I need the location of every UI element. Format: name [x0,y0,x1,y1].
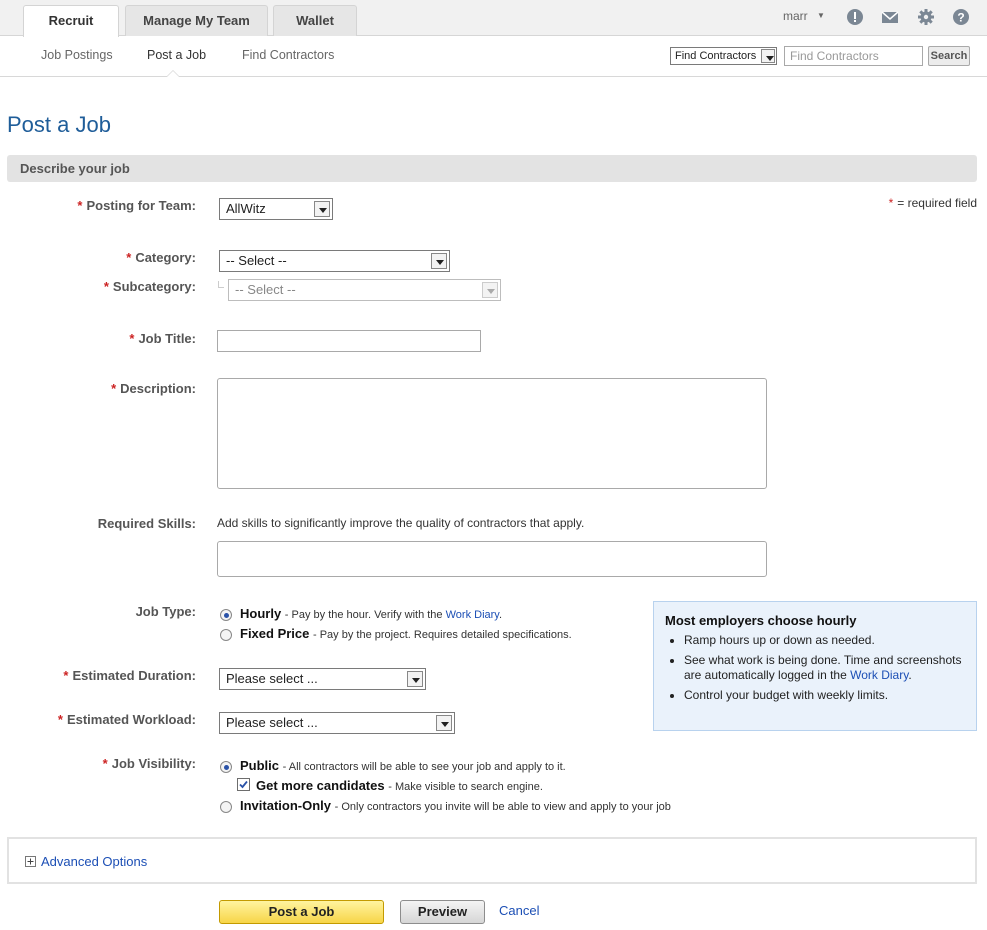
page-title: Post a Job [7,112,111,137]
workload-label: * Estimated Workload: [57,712,196,727]
work-diary-link[interactable]: Work Diary [446,609,499,621]
section-header [7,155,977,182]
alert-icon[interactable] [846,8,864,26]
subnav-job-postings[interactable]: Job Postings [41,48,113,62]
svg-text:?: ? [957,11,964,25]
description-textarea[interactable] [217,378,767,489]
chevron-down-icon [436,715,452,731]
category-label: * Category: [126,250,196,265]
job-type-fixed-option[interactable]: Fixed Price - Pay by the project. Requir… [240,626,572,641]
skills-input[interactable] [217,541,767,577]
plus-icon[interactable] [25,856,36,867]
chevron-down-icon [761,49,775,63]
more-candidates-option[interactable]: Get more candidates - Make visible to se… [256,778,543,793]
search-button[interactable]: Search [928,46,970,66]
required-note: * = required field [888,196,977,210]
job-type-hourly-option[interactable]: Hourly - Pay by the hour. Verify with th… [240,606,502,621]
team-label: * Posting for Team: [77,198,196,213]
subcategory-label: * Subcategory: [103,279,196,294]
more-candidates-checkbox[interactable] [237,778,250,791]
search-scope-select[interactable]: Find Contractors [670,47,777,65]
chevron-down-icon [314,201,330,217]
tab-recruit[interactable]: Recruit [23,5,119,37]
section-title: Describe your job [20,161,130,176]
team-select[interactable]: AllWitz [219,198,333,220]
duration-select[interactable]: Please select ... [219,668,426,690]
mail-icon[interactable] [881,8,899,26]
gear-icon[interactable] [917,8,935,26]
job-type-hourly-radio[interactable] [220,609,232,621]
check-icon [239,780,248,789]
advanced-options-link[interactable]: Advanced Options [41,854,147,869]
work-diary-link[interactable]: Work Diary [850,668,908,682]
chevron-down-icon [482,282,498,298]
job-type-label: Job Type: [135,604,196,619]
subnav-find-contractors[interactable]: Find Contractors [242,48,334,62]
subnav-post-a-job[interactable]: Post a Job [147,48,206,62]
visibility-public-radio[interactable] [220,761,232,773]
cancel-link[interactable]: Cancel [499,903,539,918]
tip-item: Ramp hours up or down as needed. [684,633,968,648]
tip-title: Most employers choose hourly [665,613,857,628]
subcategory-select[interactable]: -- Select -- [228,279,501,301]
duration-label: * Estimated Duration: [63,668,196,683]
job-title-input[interactable] [217,330,481,352]
post-job-button[interactable]: Post a Job [219,900,384,924]
description-label: * Description: [111,381,196,396]
preview-button[interactable]: Preview [400,900,485,924]
advanced-options-panel [7,837,977,884]
job-type-fixed-radio[interactable] [220,629,232,641]
help-icon[interactable]: ? [952,8,970,26]
workload-select[interactable]: Please select ... [219,712,455,734]
tab-manage-my-team[interactable]: Manage My Team [125,5,268,36]
chevron-down-icon: ▼ [817,11,825,20]
skills-label: Required Skills: [97,516,196,531]
tip-list: Ramp hours up or down as needed. See wha… [668,633,968,708]
user-name: marr [783,9,808,23]
skills-hint: Add skills to significantly improve the … [217,516,585,530]
chevron-down-icon [431,253,447,269]
category-select[interactable]: -- Select -- [219,250,450,272]
visibility-invite-option[interactable]: Invitation-Only - Only contractors you i… [240,798,671,813]
search-input[interactable]: Find Contractors [784,46,923,66]
visibility-invite-radio[interactable] [220,801,232,813]
user-menu[interactable]: marr ▼ [783,9,825,23]
job-title-label: * Job Title: [129,331,196,346]
tip-item: See what work is being done. Time and sc… [684,653,968,683]
chevron-down-icon [407,671,423,687]
visibility-public-option[interactable]: Public - All contractors will be able to… [240,758,566,773]
tab-wallet[interactable]: Wallet [273,5,357,36]
subcategory-connector [218,281,224,288]
visibility-label: * Job Visibility: [102,756,196,771]
tip-item: Control your budget with weekly limits. [684,688,968,703]
